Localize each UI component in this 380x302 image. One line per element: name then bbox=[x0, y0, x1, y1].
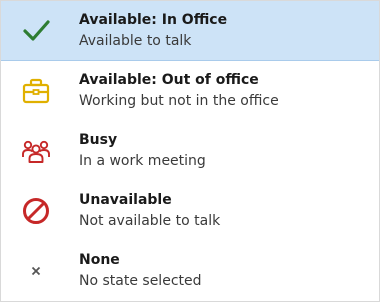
status-item-available-out-of-office[interactable]: Available: Out of office Working but not… bbox=[1, 61, 379, 121]
status-item-title: Available: Out of office bbox=[79, 72, 259, 88]
briefcase-icon bbox=[20, 75, 52, 107]
status-item-subtitle: In a work meeting bbox=[79, 153, 206, 169]
status-item-title: Busy bbox=[79, 132, 118, 148]
status-item-title: None bbox=[79, 252, 120, 268]
close-icon bbox=[20, 255, 52, 287]
status-item-subtitle: Working but not in the office bbox=[79, 93, 279, 109]
status-item-unavailable[interactable]: Unavailable Not available to talk bbox=[1, 181, 379, 241]
status-item-busy[interactable]: Busy In a work meeting bbox=[1, 121, 379, 181]
prohibited-icon bbox=[20, 195, 52, 227]
checkmark-icon bbox=[20, 15, 52, 47]
status-item-subtitle: No state selected bbox=[79, 273, 202, 289]
people-group-icon bbox=[20, 135, 52, 167]
status-item-title: Available: In Office bbox=[79, 12, 228, 28]
status-item-subtitle: Not available to talk bbox=[79, 213, 221, 229]
status-item-available-in-office[interactable]: Available: In Office Available to talk bbox=[1, 1, 379, 61]
status-item-subtitle: Available to talk bbox=[79, 33, 192, 49]
status-item-none[interactable]: None No state selected bbox=[1, 241, 379, 301]
status-menu: Available: In Office Available to talk A… bbox=[0, 0, 380, 302]
status-item-title: Unavailable bbox=[79, 192, 172, 208]
